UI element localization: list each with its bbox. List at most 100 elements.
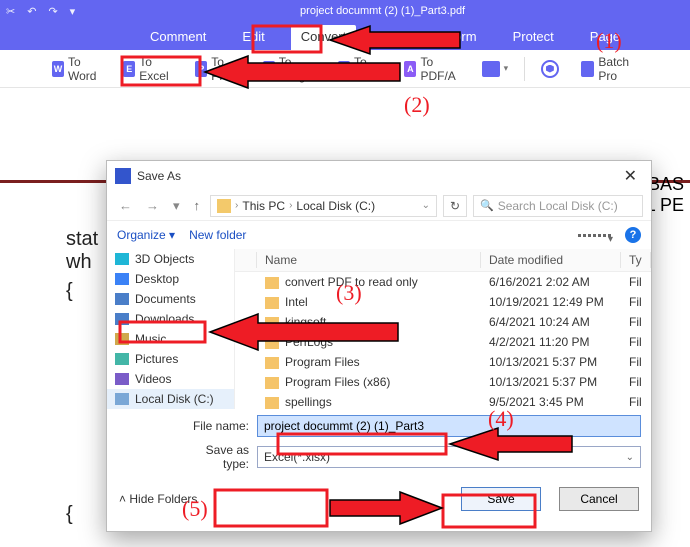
pictures-icon	[115, 353, 129, 365]
undo-icon[interactable]: ↶	[27, 5, 36, 18]
excel-icon: E	[123, 61, 135, 77]
nav-forward-button[interactable]: →	[142, 196, 163, 215]
window-quick-icons: ✂ ↶ ↷ ▾	[0, 5, 75, 18]
to-word-button[interactable]: WTo Word	[46, 53, 107, 85]
anno-label-2: (2)	[404, 92, 430, 117]
text-icon: T	[338, 61, 350, 77]
col-name[interactable]: Name	[257, 249, 481, 272]
folder-icon	[265, 377, 279, 389]
to-ppt-label: To PPT	[211, 55, 240, 83]
dialog-nav: ← → ▾ ↑ › This PC › Local Disk (C:) ⌄ ↻ …	[107, 191, 651, 221]
folder-icon	[265, 297, 279, 309]
table-row[interactable]: Program Files (x86)10/13/2021 5:37 PMFil	[235, 372, 651, 392]
dropdown-icon[interactable]: ▾	[70, 5, 76, 18]
col-icon[interactable]	[235, 249, 257, 272]
file-table: Name Date modified Ty convert PDF to rea…	[235, 249, 651, 409]
nav-up-button[interactable]: ↑	[190, 196, 205, 215]
chevron-right-icon: ›	[289, 200, 292, 211]
chevron-down-icon[interactable]: ⌄	[422, 200, 430, 211]
to-text-label: To Text	[354, 55, 382, 83]
save-as-type-select[interactable]: Excel(*.xlsx) ⌄	[257, 446, 641, 468]
to-image-button[interactable]: ITo Image	[257, 53, 322, 85]
new-folder-button[interactable]: New folder	[189, 228, 246, 242]
crumb-localdisk[interactable]: Local Disk (C:)	[296, 199, 375, 213]
view-mode-button[interactable]: ▾	[578, 234, 611, 237]
table-row[interactable]: PerfLogs4/2/2021 11:20 PMFil	[235, 332, 651, 352]
dialog-toolbar: Organize ▾ New folder ▾ ?	[107, 221, 651, 249]
music-icon	[115, 333, 129, 345]
chevron-down-icon: ⌄	[626, 452, 634, 463]
batch-button[interactable]: Batch Pro	[575, 53, 644, 85]
table-row[interactable]: Program Files10/13/2021 5:37 PMFil	[235, 352, 651, 372]
menu-bar: Comment Edit Convert View Form Protect P…	[0, 22, 690, 50]
to-pdfa-label: To PDF/A	[420, 55, 459, 83]
doc-text-left-1: stat	[66, 228, 98, 251]
refresh-button[interactable]: ↻	[443, 195, 467, 217]
menu-view[interactable]: View	[372, 25, 420, 50]
tree-local-disk-c[interactable]: Local Disk (C:)	[107, 389, 234, 409]
folder-icon	[265, 397, 279, 409]
table-row[interactable]: convert PDF to read only6/16/2021 2:02 A…	[235, 272, 651, 293]
menu-edit[interactable]: Edit	[232, 25, 274, 50]
breadcrumb[interactable]: › This PC › Local Disk (C:) ⌄	[210, 195, 437, 217]
ppt-icon: P	[195, 61, 207, 77]
ribbon-separator	[524, 57, 525, 81]
crumb-thispc[interactable]: This PC	[242, 199, 285, 213]
tree-pictures[interactable]: Pictures	[107, 349, 234, 369]
to-pdfa-button[interactable]: ATo PDF/A	[398, 53, 465, 85]
cut-icon[interactable]: ✂	[6, 5, 15, 18]
to-image-label: To Image	[279, 55, 316, 83]
tree-videos[interactable]: Videos	[107, 369, 234, 389]
ribbon: WTo Word ETo Excel PTo PPT ITo Image TTo…	[0, 50, 690, 88]
pdfa-icon: A	[404, 61, 416, 77]
drive-icon	[115, 393, 129, 405]
to-text-button[interactable]: TTo Text	[332, 53, 388, 85]
doc-brace-2: {	[66, 503, 98, 526]
dialog-footer: ˄ Hide Folders Save Cancel	[107, 477, 651, 511]
dialog-fields: File name: Save as type: Excel(*.xlsx) ⌄	[107, 409, 651, 471]
cancel-button[interactable]: Cancel	[559, 487, 639, 511]
table-row[interactable]: spellings9/5/2021 3:45 PMFil	[235, 392, 651, 409]
batch-icon	[581, 61, 595, 77]
table-row[interactable]: Intel10/19/2021 12:49 PMFil	[235, 292, 651, 312]
to-excel-label: To Excel	[139, 55, 173, 83]
col-type[interactable]: Ty	[621, 249, 651, 272]
menu-page[interactable]: Page	[580, 25, 630, 50]
nav-back-button[interactable]: ←	[115, 196, 136, 215]
hide-folders-toggle[interactable]: ˄ Hide Folders	[119, 492, 197, 506]
tree-3d-objects[interactable]: 3D Objects	[107, 249, 234, 269]
videos-icon	[115, 373, 129, 385]
tree-music[interactable]: Music	[107, 329, 234, 349]
nav-recent-dropdown[interactable]: ▾	[169, 196, 184, 216]
word-icon: W	[52, 61, 64, 77]
save-as-type-value: Excel(*.xlsx)	[264, 450, 330, 464]
menu-comment[interactable]: Comment	[140, 25, 216, 50]
tree-downloads[interactable]: Downloads	[107, 309, 234, 329]
search-placeholder: Search Local Disk (C:)	[498, 199, 618, 213]
save-as-dialog: Save As ✕ ← → ▾ ↑ › This PC › Local Disk…	[106, 160, 652, 532]
redo-icon[interactable]: ↷	[48, 5, 57, 18]
search-input[interactable]: 🔍 Search Local Disk (C:)	[473, 195, 643, 217]
ribbon-more-button[interactable]: ▾	[476, 59, 515, 79]
help-button[interactable]: ?	[625, 227, 641, 243]
col-date[interactable]: Date modified	[481, 249, 621, 272]
title-bar: ✂ ↶ ↷ ▾ project docummt (2) (1)_Part3.pd…	[0, 0, 690, 22]
file-name-input[interactable]	[257, 415, 641, 437]
tree-documents[interactable]: Documents	[107, 289, 234, 309]
organize-menu[interactable]: Organize ▾	[117, 228, 175, 242]
to-excel-button[interactable]: ETo Excel	[117, 53, 179, 85]
menu-protect[interactable]: Protect	[503, 25, 564, 50]
chevron-right-icon: ›	[235, 200, 238, 211]
close-button[interactable]: ✕	[618, 166, 643, 186]
folder-tree: 3D Objects Desktop Documents Downloads M…	[107, 249, 235, 409]
dialog-titlebar: Save As ✕	[107, 161, 651, 191]
menu-convert[interactable]: Convert	[291, 25, 357, 50]
batch-label: Batch Pro	[598, 55, 638, 83]
tree-desktop[interactable]: Desktop	[107, 269, 234, 289]
table-row[interactable]: kingsoft6/4/2021 10:24 AMFil	[235, 312, 651, 332]
menu-form[interactable]: Form	[436, 25, 486, 50]
ribbon-shape-button[interactable]	[535, 58, 565, 80]
to-ppt-button[interactable]: PTo PPT	[189, 53, 246, 85]
doc-text-left-2: wh	[66, 251, 98, 274]
save-button[interactable]: Save	[461, 487, 541, 511]
